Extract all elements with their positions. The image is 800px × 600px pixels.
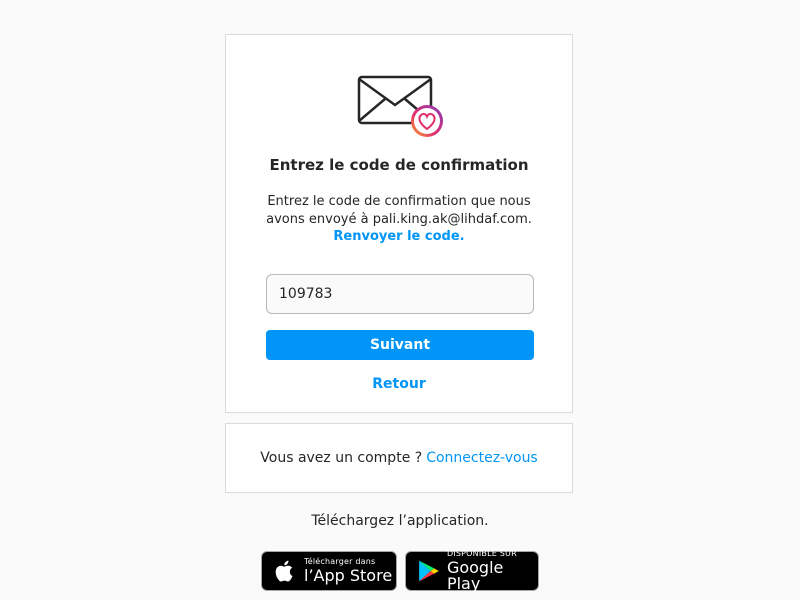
resend-code-link[interactable]: Renvoyer le code. — [226, 229, 572, 244]
app-store-big-label: l’App Store — [304, 566, 393, 585]
get-app-label: Téléchargez l’application. — [311, 513, 489, 529]
confirmation-card: Entrez le code de confirmation Entrez le… — [225, 34, 573, 413]
google-play-big-label: Google Play — [446, 558, 504, 593]
google-play-badge[interactable]: DISPONIBLE SUR Google Play — [405, 549, 539, 593]
google-play-icon — [419, 560, 439, 582]
page: Entrez le code de confirmation Entrez le… — [0, 0, 800, 600]
login-prompt-card: Vous avez un compte ? Connectez-vous — [225, 423, 573, 493]
app-store-badge[interactable]: Télécharger dans l’App Store — [261, 551, 397, 591]
login-prompt-text: Vous avez un compte ? — [260, 450, 423, 466]
confirmation-code-input[interactable] — [266, 274, 534, 314]
page-title: Entrez le code de confirmation — [269, 156, 529, 174]
heart-badge-icon — [411, 105, 443, 137]
confirmation-description: Entrez le code de confirmation que nous … — [266, 194, 532, 227]
apple-icon — [275, 560, 293, 582]
next-button[interactable]: Suivant — [266, 330, 534, 360]
app-store-small-label: Télécharger dans — [304, 557, 376, 566]
envelope-icon — [357, 75, 443, 137]
login-link[interactable]: Connectez-vous — [426, 450, 538, 466]
back-link[interactable]: Retour — [226, 376, 572, 392]
google-play-small-label: DISPONIBLE SUR — [446, 549, 517, 558]
